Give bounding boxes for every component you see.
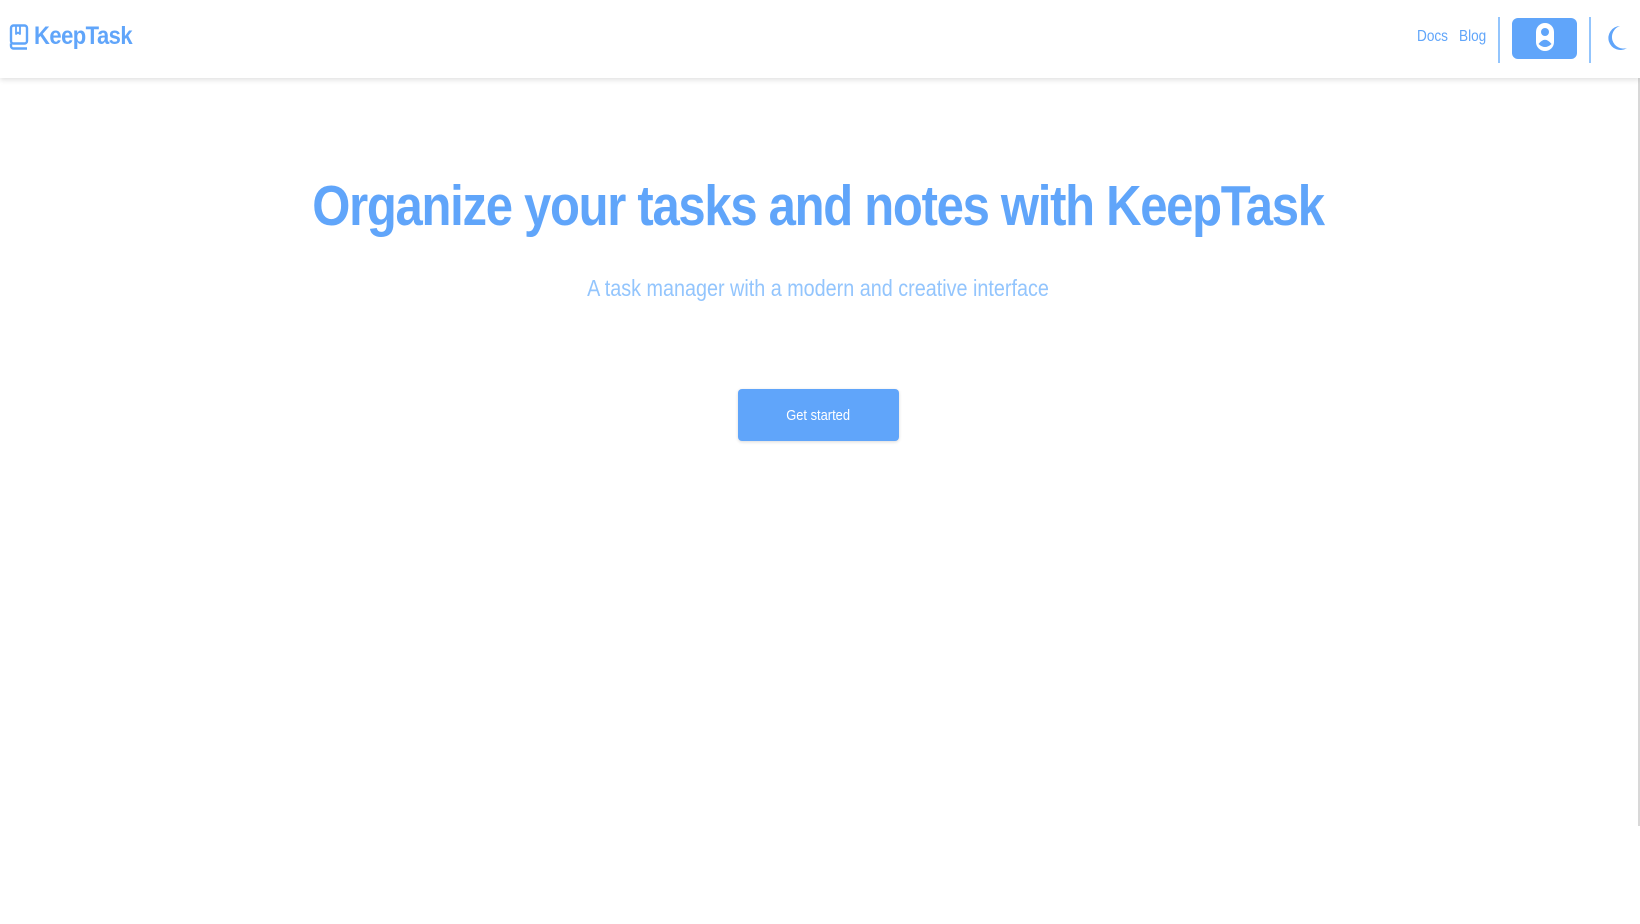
hero-title: Organize your tasks and notes with KeepT…: [312, 174, 1325, 238]
moon-icon: [1606, 24, 1628, 55]
brand-name: KeepTask: [34, 22, 133, 50]
nav-divider: [1589, 17, 1591, 63]
get-started-button[interactable]: Get started: [738, 389, 899, 441]
hero-subtitle: A task manager with a modern and creativ…: [587, 275, 1049, 301]
navbar: KeepTask Docs Blog: [0, 0, 1640, 78]
get-started-label: Get started: [786, 406, 851, 424]
theme-toggle-button[interactable]: [1604, 24, 1630, 54]
nav-link-blog[interactable]: Blog: [1459, 28, 1486, 46]
brand-link[interactable]: KeepTask: [8, 22, 145, 51]
landing-page: KeepTask Docs Blog Organize your tasks a…: [0, 0, 1640, 924]
nav-divider: [1498, 17, 1500, 63]
user-icon: [1535, 22, 1555, 55]
nav-link-docs[interactable]: Docs: [1417, 28, 1448, 46]
keeptask-logo-icon: [8, 23, 30, 51]
hero-section: Organize your tasks and notes with KeepT…: [0, 78, 1640, 924]
user-account-button[interactable]: [1512, 18, 1577, 59]
